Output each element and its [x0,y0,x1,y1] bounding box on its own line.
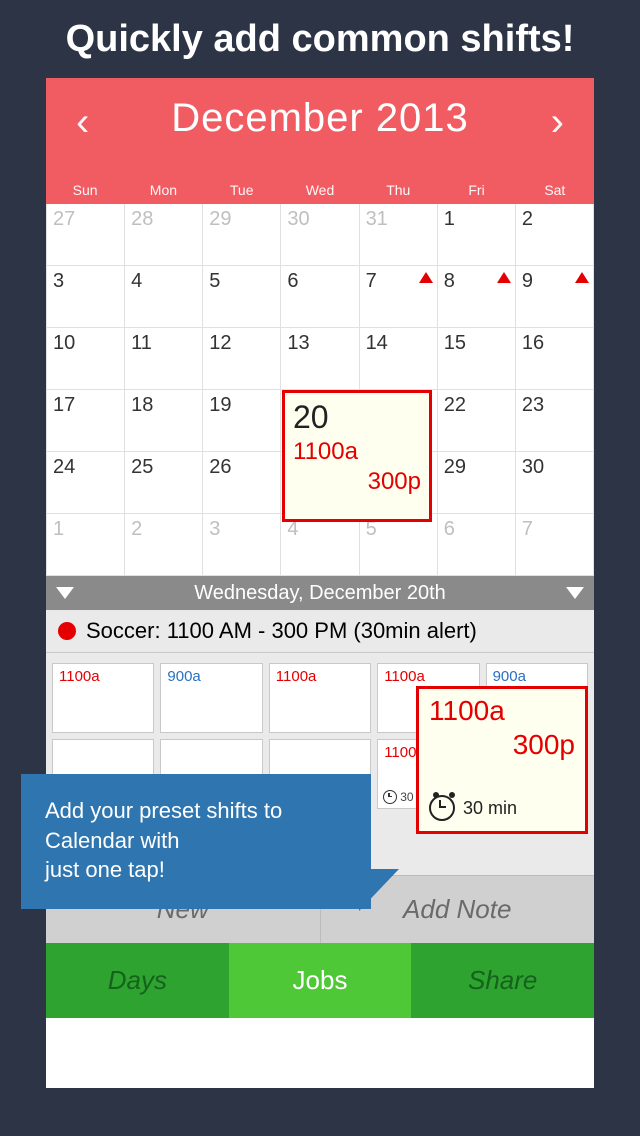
calendar-cell[interactable]: 5 [360,514,438,576]
highlighted-day-start: 1100a [293,438,421,466]
shift-detail-row[interactable]: Soccer: 1100 AM - 300 PM (30min alert) [46,610,594,653]
alarm-clock-icon [429,795,455,821]
weekday-row: SunMonTueWedThuFriSat [46,182,594,198]
calendar-cell[interactable]: 19 [203,390,281,452]
calendar-cell[interactable]: 6 [438,514,516,576]
event-marker-icon [419,272,433,283]
callout-text: Add your preset shifts to Calendar withj… [45,798,282,882]
highlighted-day-number: 20 [293,399,421,436]
chevron-down-icon [566,587,584,599]
tab-days[interactable]: Days [46,943,229,1018]
highlighted-day-card[interactable]: 20 1100a 300p [282,390,432,522]
weekday-label: Thu [359,182,437,198]
calendar-cell[interactable]: 12 [203,328,281,390]
month-label: December 2013 [46,78,594,141]
promo-title: Quickly add common shifts! [0,0,640,75]
calendar-cell[interactable]: 4 [125,266,203,328]
calendar-cell[interactable]: 30 [516,452,594,514]
tab-bar: Days Jobs Share [46,943,594,1018]
selected-date-label: Wednesday, December 20th [194,582,446,605]
tab-jobs[interactable]: Jobs [229,943,412,1018]
calendar-cell[interactable]: 7 [360,266,438,328]
weekday-label: Fri [437,182,515,198]
weekday-label: Sat [516,182,594,198]
calendar-cell[interactable]: 25 [125,452,203,514]
phone-screen: ‹ December 2013 › SunMonTueWedThuFriSat … [46,78,594,1088]
calendar-cell[interactable]: 4 [281,514,359,576]
event-marker-icon [497,272,511,283]
calendar-cell[interactable]: 17 [47,390,125,452]
next-month-button[interactable]: › [551,100,564,145]
calendar-cell[interactable]: 3 [47,266,125,328]
event-color-dot [58,622,76,640]
preset-alarm: 30 min [429,795,517,821]
tab-share[interactable]: Share [411,943,594,1018]
calendar-cell[interactable]: 1 [438,204,516,266]
date-band[interactable]: Wednesday, December 20th [46,576,594,610]
calendar-cell[interactable]: 27 [47,204,125,266]
calendar-cell[interactable]: 3 [203,514,281,576]
calendar-cell[interactable]: 11 [125,328,203,390]
preset-start: 1100a [429,695,575,727]
calendar-cell[interactable]: 7 [516,514,594,576]
calendar-cell[interactable]: 16 [516,328,594,390]
calendar-cell[interactable]: 31 [360,204,438,266]
calendar-cell[interactable]: 9 [516,266,594,328]
prev-month-button[interactable]: ‹ [76,100,89,145]
calendar-cell[interactable]: 14 [360,328,438,390]
preset-shift-card[interactable]: 1100a [269,663,371,733]
callout-tail-icon [359,869,399,911]
tooltip-callout: Add your preset shifts to Calendar withj… [21,774,371,909]
calendar-cell[interactable]: 2 [125,514,203,576]
calendar-header: ‹ December 2013 › SunMonTueWedThuFriSat [46,78,594,204]
preset-shift-card[interactable]: 1100a [52,663,154,733]
calendar-cell[interactable]: 10 [47,328,125,390]
chevron-down-icon [56,587,74,599]
alarm-clock-icon [383,790,397,804]
calendar-cell[interactable]: 28 [125,204,203,266]
calendar-cell[interactable]: 22 [438,390,516,452]
weekday-label: Wed [281,182,359,198]
calendar-cell[interactable]: 2 [516,204,594,266]
calendar-cell[interactable]: 15 [438,328,516,390]
shift-detail-text: Soccer: 1100 AM - 300 PM (30min alert) [86,618,477,644]
calendar-cell[interactable]: 23 [516,390,594,452]
calendar-cell[interactable]: 1 [47,514,125,576]
calendar-cell[interactable]: 30 [281,204,359,266]
calendar-cell[interactable]: 29 [438,452,516,514]
calendar-cell[interactable]: 13 [281,328,359,390]
preset-shift-card[interactable]: 900a [160,663,262,733]
calendar-cell[interactable]: 8 [438,266,516,328]
highlighted-preset-card[interactable]: 1100a 300p 30 min [416,686,588,834]
calendar-cell[interactable]: 18 [125,390,203,452]
weekday-label: Mon [124,182,202,198]
highlighted-day-end: 300p [293,468,421,496]
weekday-label: Tue [203,182,281,198]
calendar-cell[interactable]: 26 [203,452,281,514]
preset-end: 300p [429,729,575,761]
calendar-cell[interactable]: 24 [47,452,125,514]
calendar-cell[interactable]: 6 [281,266,359,328]
weekday-label: Sun [46,182,124,198]
event-marker-icon [575,272,589,283]
calendar-cell[interactable]: 29 [203,204,281,266]
calendar-cell[interactable]: 5 [203,266,281,328]
